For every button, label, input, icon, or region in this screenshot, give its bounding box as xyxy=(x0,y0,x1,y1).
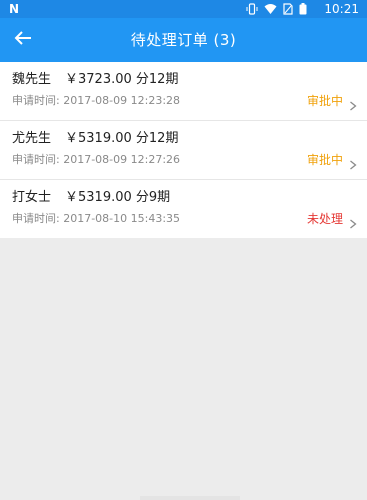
order-row[interactable]: 魏先生 ￥3723.00 分12期 申请时间: 2017-08-09 12:23:… xyxy=(0,62,367,121)
carrier-logo: N xyxy=(9,2,20,16)
battery-icon xyxy=(299,3,307,15)
order-date: 2017-08-09 12:23:28 xyxy=(63,94,181,107)
vibrate-icon xyxy=(246,3,258,15)
status-bar: N 10:21 xyxy=(0,0,367,18)
order-summary: 尤先生 ￥5319.00 分12期 xyxy=(12,130,178,148)
date-label: 申请时间: xyxy=(12,94,60,107)
customer-name: 魏先生 xyxy=(12,72,52,87)
wifi-icon xyxy=(264,3,277,15)
order-summary: 魏先生 ￥3723.00 分12期 xyxy=(12,71,178,89)
order-row[interactable]: 尤先生 ￥5319.00 分12期 申请时间: 2017-08-09 12:27:… xyxy=(0,121,367,180)
order-amount: ￥5319.00 分9期 xyxy=(65,190,171,205)
chevron-right-icon xyxy=(349,214,357,229)
order-date-line: 申请时间: 2017-08-10 15:43:35 xyxy=(12,211,180,227)
bottom-divider xyxy=(140,496,240,500)
status-icons xyxy=(246,3,307,15)
date-label: 申请时间: xyxy=(12,212,60,225)
order-amount: ￥5319.00 分12期 xyxy=(65,131,179,146)
chevron-right-icon xyxy=(349,155,357,170)
page-title: 待处理订单 (3) xyxy=(130,31,237,49)
chevron-right-icon xyxy=(349,96,357,111)
order-date: 2017-08-09 12:27:26 xyxy=(63,153,181,166)
app-bar: 待处理订单 (3) xyxy=(0,18,367,62)
order-summary: 打女士 ￥5319.00 分9期 xyxy=(12,189,170,207)
order-row[interactable]: 打女士 ￥5319.00 分9期 申请时间: 2017-08-10 15:43:3… xyxy=(0,180,367,238)
order-date-line: 申请时间: 2017-08-09 12:27:26 xyxy=(12,152,180,168)
customer-name: 尤先生 xyxy=(12,131,52,146)
date-label: 申请时间: xyxy=(12,153,60,166)
status-time: 10:21 xyxy=(324,2,359,16)
order-date: 2017-08-10 15:43:35 xyxy=(63,212,181,225)
status-badge: 审批中 xyxy=(306,94,343,108)
status-badge: 未处理 xyxy=(306,212,343,226)
order-date-line: 申请时间: 2017-08-09 12:23:28 xyxy=(12,93,180,109)
customer-name: 打女士 xyxy=(12,190,52,205)
order-list: 魏先生 ￥3723.00 分12期 申请时间: 2017-08-09 12:23:… xyxy=(0,62,367,238)
status-badge: 审批中 xyxy=(306,153,343,167)
order-amount: ￥3723.00 分12期 xyxy=(65,72,179,87)
sim-icon xyxy=(283,3,293,15)
